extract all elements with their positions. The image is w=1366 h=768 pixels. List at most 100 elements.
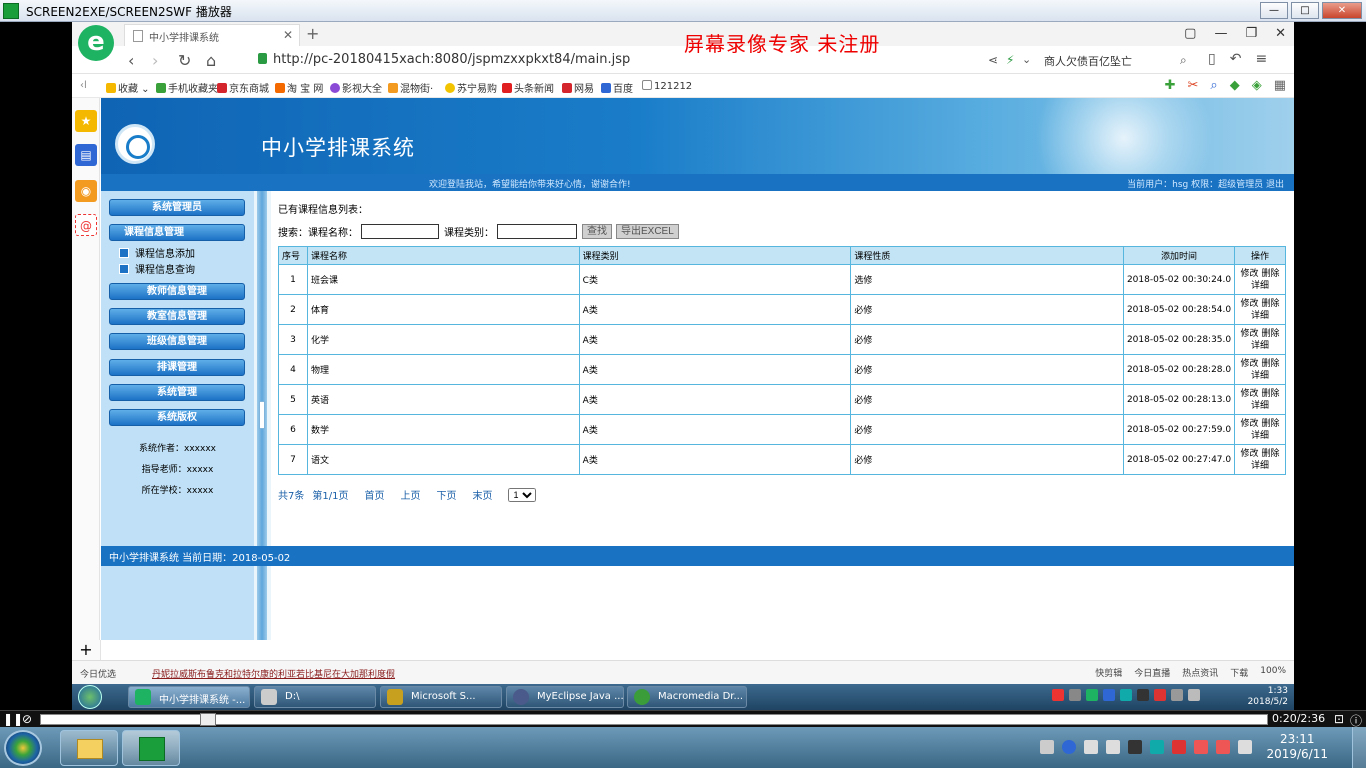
email-icon[interactable]: @ [75,214,97,236]
status-zoom[interactable]: 100% [1260,666,1286,679]
user-info[interactable]: 当前用户：hsg 权限：超级管理员 退出 [1127,177,1284,190]
edit-link[interactable]: 修改 [1241,269,1259,279]
task-myeclipse[interactable]: MyEclipse Java ... [506,686,624,708]
bookmark-shop[interactable]: 混物街· [388,80,433,95]
forward-icon[interactable]: › [152,51,158,70]
side-panel-add-button[interactable]: + [72,640,101,660]
nav-course-query[interactable]: 课程信息查询 [119,261,195,276]
explorer-pin[interactable] [60,730,118,766]
splitter-grip[interactable] [259,401,265,429]
network-icon[interactable] [1171,689,1183,701]
bookmark-baidu[interactable]: 百度 [601,80,633,95]
nav-teacher-mgmt[interactable]: 教师信息管理 [109,283,245,300]
recorded-clock[interactable]: 1:33 2018/5/2 [1248,686,1288,708]
tray-icon[interactable] [1172,740,1186,754]
dropdown-icon[interactable]: ⌄ [1022,53,1031,66]
tray-icon[interactable] [1086,689,1098,701]
bookmark-121212[interactable]: 121212 [642,80,692,92]
speed-icon[interactable]: ⚡ [1006,53,1014,67]
refresh-icon[interactable]: ↻ [178,51,191,70]
status-download[interactable]: 下载 [1230,666,1248,679]
delete-link[interactable]: 删除 [1261,329,1279,339]
course-name-input[interactable] [361,224,439,239]
arrow-up-icon[interactable] [1106,740,1120,754]
seek-bar[interactable] [40,714,1268,725]
page-select[interactable]: 1 [508,487,537,502]
favorites-star-icon[interactable]: ★ [75,110,97,132]
pager-next[interactable]: 下页 [436,487,456,502]
task-dreamweaver[interactable]: Macromedia Dr... [627,686,747,708]
pager-prev[interactable]: 上页 [400,487,420,502]
keyboard-icon[interactable] [1040,740,1054,754]
edit-link[interactable]: 修改 [1241,419,1259,429]
host-clock[interactable]: 23:11 2019/6/11 [1266,732,1328,762]
nav-copyright[interactable]: 系统版权 [109,409,245,426]
nav-course-add[interactable]: 课程信息添加 [119,245,195,260]
detail-link[interactable]: 详细 [1251,341,1269,351]
task-explorer[interactable]: D:\ [254,686,376,708]
search-icon[interactable]: ⌕ [1180,53,1187,68]
task-browser[interactable]: 中小学排课系统 -... [128,686,250,708]
back-icon[interactable]: ‹ [128,51,134,70]
nav-room-mgmt[interactable]: 教室信息管理 [109,308,245,325]
nav-class-mgmt[interactable]: 班级信息管理 [109,333,245,350]
tray-icon[interactable] [1084,740,1098,754]
qq-icon[interactable] [1137,689,1149,701]
weibo-icon[interactable]: ◉ [75,180,97,202]
tray-icon[interactable] [1120,689,1132,701]
pager-first[interactable]: 首页 [364,487,384,502]
search-box[interactable]: 商人欠债百亿坠亡 [1044,50,1190,70]
bookmark-taobao[interactable]: 淘 宝 网 [275,80,323,95]
translate-icon[interactable]: ✚ [1165,78,1176,93]
seek-thumb[interactable] [200,713,216,726]
delete-link[interactable]: 删除 [1261,449,1279,459]
nav-schedule-mgmt[interactable]: 排课管理 [109,359,245,376]
edit-link[interactable]: 修改 [1241,329,1259,339]
task-sqlserver[interactable]: Microsoft S... [380,686,502,708]
scissors-icon[interactable]: ✂ [1188,78,1199,93]
search-button[interactable]: 查找 [582,224,612,239]
grid-icon[interactable]: ▦ [1274,78,1286,93]
bookmark-favorites[interactable]: 收藏 ⌄ [106,80,150,95]
tab-close-icon[interactable]: ✕ [283,28,293,42]
reader-list-icon[interactable]: ▤ [75,144,97,166]
delete-link[interactable]: 删除 [1261,359,1279,369]
url-field[interactable]: http://pc-20180415xach:8080/jspmzxxpkxt8… [258,52,630,67]
home-icon[interactable]: ⌂ [206,51,216,70]
nav-sys-admin[interactable]: 系统管理员 [109,199,245,216]
detail-link[interactable]: 详细 [1251,461,1269,471]
tray-icon[interactable] [1103,689,1115,701]
bookmark-video[interactable]: 影视大全 [330,80,382,95]
bookmark-mobile[interactable]: 手机收藏夹 [156,80,218,95]
detail-link[interactable]: 详细 [1251,281,1269,291]
skin-icon[interactable]: ▢ [1184,26,1196,41]
reader-icon[interactable]: ▯ [1208,51,1216,67]
edit-link[interactable]: 修改 [1241,359,1259,369]
volume-icon[interactable] [1188,689,1200,701]
ime-icon[interactable] [1052,689,1064,701]
minimize-button[interactable]: — [1260,2,1288,19]
tray-icon[interactable] [1128,740,1142,754]
pause-icon[interactable]: ❚❚ [3,712,23,726]
pager-last[interactable]: 末页 [472,487,492,502]
nav-course-mgmt[interactable]: 课程信息管理 [109,224,245,241]
delete-link[interactable]: 删除 [1261,419,1279,429]
edit-link[interactable]: 修改 [1241,299,1259,309]
tray-icon[interactable] [1150,740,1164,754]
bookmark-suning[interactable]: 苏宁易购 [445,80,497,95]
frame-splitter[interactable] [254,191,271,640]
maximize-button[interactable]: □ [1291,2,1319,19]
edit-link[interactable]: 修改 [1241,449,1259,459]
stop-icon[interactable]: ⊘ [22,712,32,726]
delete-link[interactable]: 删除 [1261,269,1279,279]
browser-tab[interactable]: 中小学排课系统 ✕ [124,24,300,46]
help-icon[interactable] [1062,740,1076,754]
undo-icon[interactable]: ↶ [1230,51,1242,67]
export-excel-button[interactable]: 导出EXCEL [616,224,679,239]
share-icon[interactable]: ⋖ [988,53,998,67]
nav-system-mgmt[interactable]: 系统管理 [109,384,245,401]
signal-icon[interactable] [1238,740,1252,754]
browser-restore-button[interactable]: ❐ [1245,26,1257,41]
edit-link[interactable]: 修改 [1241,389,1259,399]
menu-icon[interactable]: ≡ [1255,51,1267,67]
